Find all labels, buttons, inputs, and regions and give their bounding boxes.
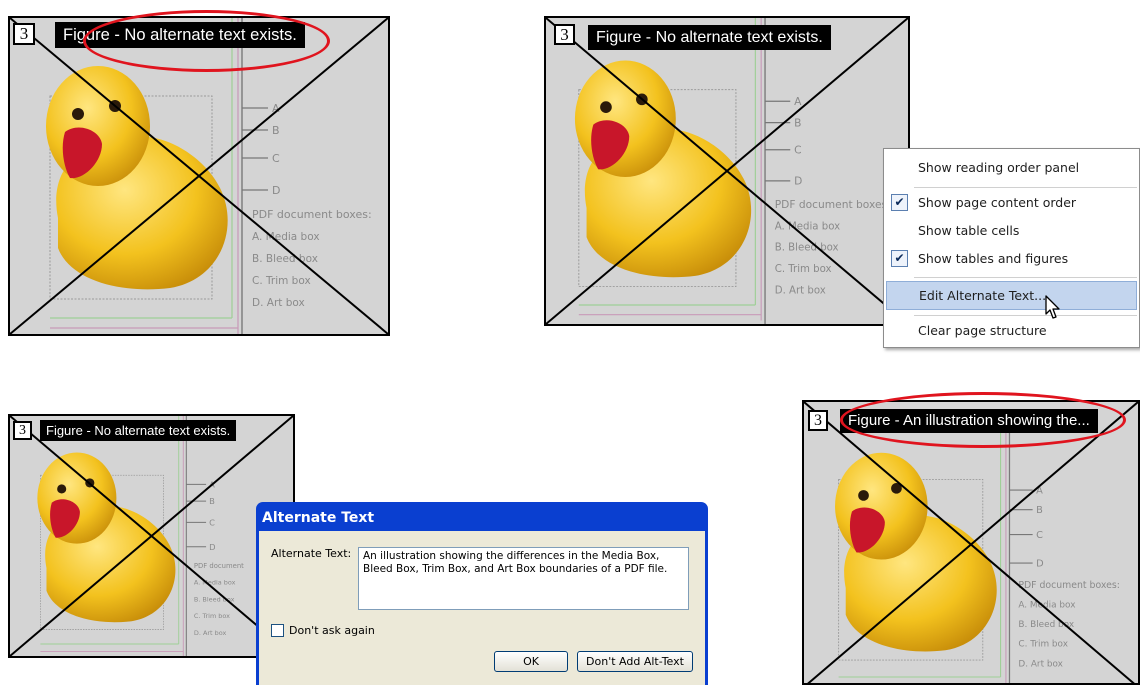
box-letter-label: C [794, 144, 801, 157]
dont-add-alt-text-button[interactable]: Don't Add Alt-Text [577, 651, 693, 672]
ok-button[interactable]: OK [494, 651, 568, 672]
menu-separator [914, 277, 1137, 278]
figure-art: AB C D PDF document boxes: A. Media box B. Bl… [546, 18, 908, 324]
legend-title: PDF document boxes: [775, 198, 891, 211]
box-letter-label: B [272, 124, 280, 137]
box-letter-label: B [209, 496, 215, 506]
box-letter-label: D [1036, 559, 1044, 570]
checkmark-icon: ✔ [891, 250, 908, 267]
box-letter-label: D [272, 184, 280, 197]
menu-item-show-tables-and-figures[interactable]: ✔ Show tables and figures [886, 246, 1137, 272]
alternate-text-label: Alternate Text: [271, 547, 352, 560]
legend-item: C. Trim box [252, 275, 311, 287]
duck-eye [858, 490, 869, 501]
legend-item: B. Bleed box [252, 253, 318, 265]
menu-item-show-table-cells[interactable]: Show table cells [886, 218, 1137, 244]
legend-item: D. Art box [1018, 659, 1063, 669]
legend-item: A. Media box [194, 579, 236, 587]
figure-label: Figure - No alternate text exists. [588, 25, 831, 50]
legend-title: PDF document boxes: [1018, 580, 1119, 591]
duck-head [574, 60, 676, 177]
menu-separator [914, 315, 1137, 316]
menu-item-label: Show table cells [918, 223, 1020, 238]
figure-panel-3[interactable]: ABCDPDF documentA. Media boxB. Bleed box… [8, 414, 295, 658]
context-menu: Show reading order panel ✔ Show page con… [883, 148, 1140, 348]
legend-item: C. Trim box [775, 264, 832, 275]
alternate-text-dialog: Alternate Text Alternate Text: An illust… [256, 502, 708, 685]
legend-item: D. Art box [252, 297, 305, 309]
box-letter-label: C [272, 152, 280, 165]
box-letter-label: A [794, 95, 802, 108]
box-letter-label: B [794, 117, 801, 130]
tag-number: 3 [808, 410, 828, 431]
dont-ask-again-checkbox[interactable] [271, 624, 284, 637]
figure-label: Figure - No alternate text exists. [40, 420, 237, 441]
menu-item-label: Clear page structure [918, 323, 1047, 338]
legend-item: A. Media box [252, 231, 320, 243]
highlight-oval [83, 10, 330, 72]
legend-item: C. Trim box [194, 612, 230, 620]
mouse-pointer-icon [1045, 295, 1060, 319]
figure-art: ABCDPDF documentA. Media boxB. Bleed box… [10, 416, 293, 656]
duck-head [37, 452, 117, 544]
tag-number: 3 [554, 24, 575, 45]
tag-number: 3 [13, 421, 32, 440]
duck-eye [57, 484, 67, 494]
figure-panel-2[interactable]: A B C D PDF document boxes: A. Media box B. Bl… [544, 16, 910, 326]
box-letter-label: D [209, 542, 215, 552]
duck-eye [72, 108, 84, 120]
duck-eye [600, 101, 612, 113]
duck-head [46, 66, 150, 186]
legend-item: D. Art box [194, 629, 227, 637]
tag-number: 3 [13, 23, 35, 45]
box-letter-label: C [209, 517, 215, 527]
menu-item-show-page-content-order[interactable]: ✔ Show page content order [886, 190, 1137, 216]
legend-item: A. Media box [775, 221, 840, 232]
menu-item-label: Show reading order panel [918, 160, 1080, 175]
menu-separator [914, 187, 1137, 188]
menu-item-edit-alternate-text[interactable]: Edit Alternate Text... [886, 281, 1137, 310]
box-letter-label: D [794, 175, 802, 188]
highlight-oval [840, 392, 1126, 448]
menu-item-label: Edit Alternate Text... [919, 288, 1047, 303]
menu-item-label: Show page content order [918, 195, 1077, 210]
legend-item: B. Bleed box [775, 243, 839, 254]
dialog-body: Alternate Text: An illustration showing … [259, 531, 705, 685]
dont-ask-again-label: Don't ask again [289, 624, 375, 637]
menu-item-label: Show tables and figures [918, 251, 1069, 266]
menu-item-show-reading-order-panel[interactable]: Show reading order panel [886, 155, 1137, 181]
box-letter-label: C [1036, 530, 1043, 541]
legend-item: C. Trim box [1018, 640, 1068, 650]
legend-title: PDF document boxes: [252, 208, 372, 221]
alternate-text-field[interactable]: An illustration showing the differences … [358, 547, 689, 610]
dialog-title: Alternate Text [262, 510, 375, 526]
box-letter-label: B [1036, 505, 1043, 516]
legend-item: D. Art box [775, 285, 826, 296]
legend-title: PDF document [194, 562, 244, 570]
checkmark-icon: ✔ [891, 194, 908, 211]
menu-item-clear-page-structure[interactable]: Clear page structure [886, 318, 1137, 344]
